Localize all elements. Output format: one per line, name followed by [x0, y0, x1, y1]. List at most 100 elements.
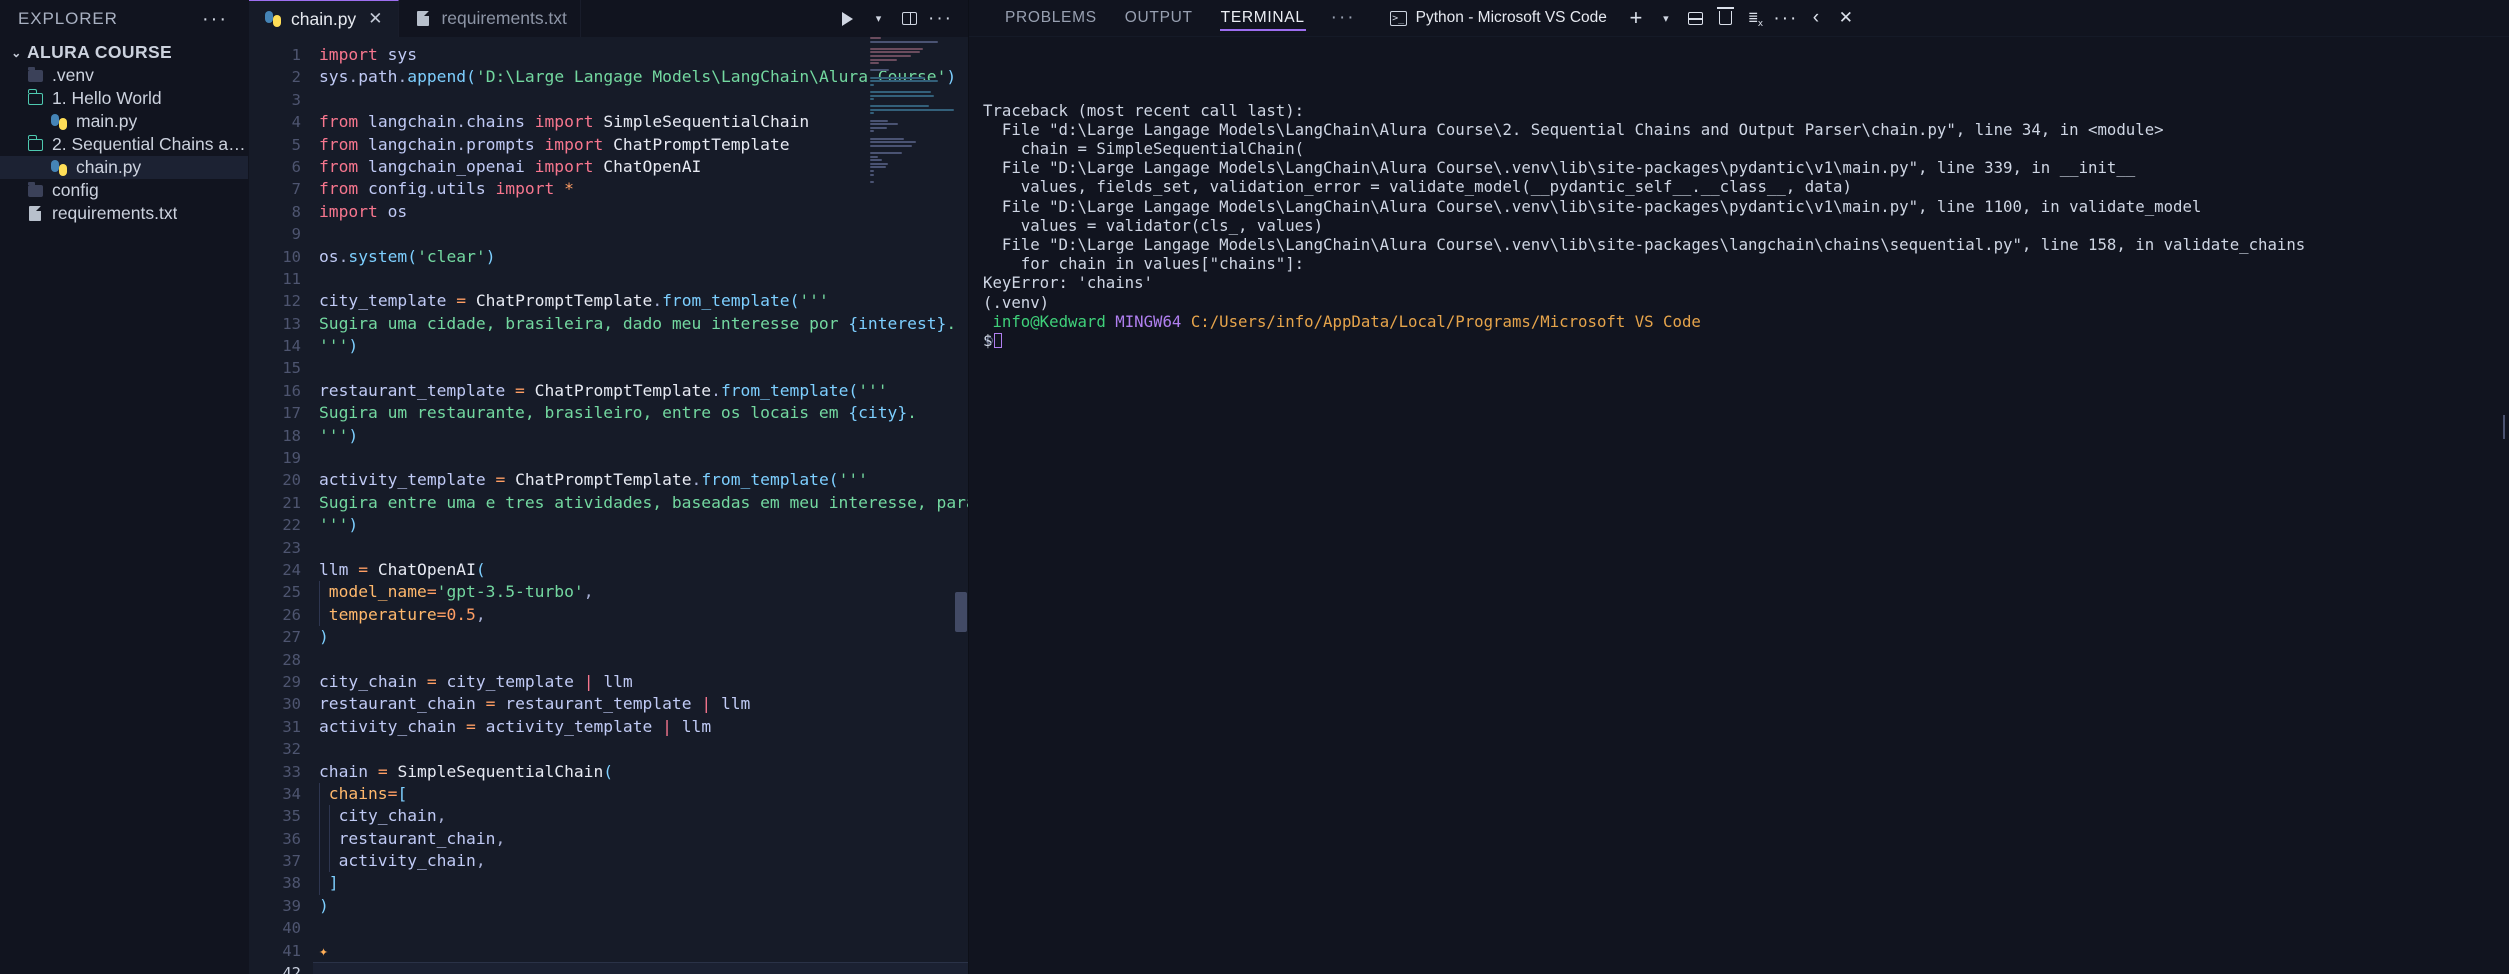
panel-tab-output[interactable]: OUTPUT	[1111, 0, 1207, 36]
code-line[interactable]: )	[313, 626, 968, 648]
code-line[interactable]: activity_chain = activity_template | llm	[313, 716, 968, 738]
explorer-sidebar: EXPLORER ··· ⌄ ALURA COURSE .venv 1. Hell…	[0, 0, 249, 974]
active-terminal-chip[interactable]: >_ Python - Microsoft VS Code	[1389, 9, 1621, 27]
code-line[interactable]	[313, 447, 968, 469]
clear-terminal-button[interactable]: ≣x	[1741, 3, 1771, 33]
code-line[interactable]: restaurant_template = ChatPromptTemplate…	[313, 380, 968, 402]
code-token: sys	[319, 67, 349, 87]
code-line[interactable]	[313, 223, 968, 245]
code-editor[interactable]: 1 2 3 4 5 6 7 8 9 10 11 12 13 14 15 16 17 18 19 20 21 22 23 24 2…	[249, 37, 968, 974]
close-panel-button[interactable]: ✕	[1831, 3, 1861, 33]
terminal-output[interactable]: Traceback (most recent call last): File …	[969, 37, 2509, 974]
line-number: 30	[282, 695, 301, 714]
code-line[interactable]: )	[313, 895, 968, 917]
code-token: .	[456, 134, 467, 154]
indent-guide	[328, 805, 339, 828]
code-line[interactable]: os.system('clear')	[313, 246, 968, 268]
code-line[interactable]	[313, 357, 968, 379]
split-editor-right-button[interactable]	[894, 3, 925, 34]
code-line[interactable]	[313, 537, 968, 559]
code-line[interactable]	[313, 738, 968, 760]
chevron-down-icon: ▾	[1663, 12, 1669, 25]
code-line[interactable]: city_template = ChatPromptTemplate.from_…	[313, 290, 968, 312]
code-line[interactable]	[313, 268, 968, 290]
kill-terminal-button[interactable]	[1711, 3, 1741, 33]
indent-guide	[319, 805, 329, 828]
tree-item-1-hello-world[interactable]: 1. Hello World	[0, 87, 248, 110]
code-line[interactable]: llm = ChatOpenAI(	[313, 559, 968, 581]
line-number: 13	[282, 314, 301, 333]
run-python-file-button[interactable]	[832, 3, 863, 34]
code-line[interactable]: ✦	[313, 940, 968, 962]
code-line[interactable]: from langchain.chains import SimpleSeque…	[313, 111, 968, 133]
new-terminal-chevron-button[interactable]: ▾	[1651, 3, 1681, 33]
line-number: 15	[282, 359, 301, 378]
run-options-chevron-button[interactable]: ▾	[863, 3, 894, 34]
new-terminal-button[interactable]: +	[1621, 3, 1651, 33]
code-token: city_template	[319, 291, 447, 311]
panel-tab-problems[interactable]: PROBLEMS	[991, 0, 1111, 36]
code-line[interactable]: chains=[	[313, 782, 968, 806]
explorer-more-actions-button[interactable]: ···	[196, 9, 234, 29]
panel-tab-terminal[interactable]: TERMINAL	[1207, 0, 1319, 36]
panel-tab-more[interactable]: ···	[1319, 0, 1368, 36]
code-line[interactable]: import os	[313, 201, 968, 223]
split-terminal-button[interactable]	[1681, 3, 1711, 33]
line-number: 40	[282, 919, 301, 938]
code-line[interactable]: ]	[313, 872, 968, 895]
tree-item-main-py[interactable]: main.py	[0, 110, 248, 133]
code-line[interactable]: activity_chain,	[313, 850, 968, 873]
panel-more-actions-button[interactable]: ···	[1771, 3, 1801, 33]
code-line[interactable]: city_chain = city_template | llm	[313, 671, 968, 693]
code-token: llm	[319, 559, 349, 579]
code-line[interactable]	[313, 917, 968, 939]
editor-tab-requirements-txt[interactable]: requirements.txt	[399, 0, 581, 37]
editor-scrollbar-thumb[interactable]	[955, 592, 967, 632]
tree-item-venv[interactable]: .venv	[0, 64, 248, 87]
code-token: =	[505, 380, 535, 400]
tree-item-requirements-txt[interactable]: requirements.txt	[0, 202, 248, 225]
code-token: chains	[328, 783, 388, 803]
close-tab-button[interactable]: ✕	[365, 9, 385, 29]
editor-vertical-scrollbar[interactable]	[954, 37, 968, 974]
tree-item-2-sequential-chains-and-output-par[interactable]: 2. Sequential Chains and Output Par...	[0, 133, 248, 156]
line-number: 9	[291, 225, 301, 244]
code-content[interactable]: import sys sys.path.append('D:\Large Lang…	[313, 37, 968, 974]
code-line[interactable]: ''')	[313, 335, 968, 357]
tree-item-config[interactable]: config	[0, 179, 248, 202]
code-token: restaurant_chain	[338, 828, 496, 848]
code-line[interactable]: restaurant_chain,	[313, 827, 968, 851]
code-line[interactable]: import sys	[313, 44, 968, 66]
tree-root-alura-course[interactable]: ⌄ ALURA COURSE	[0, 41, 248, 64]
command-status-icon	[986, 337, 993, 345]
terminal-icon: >_	[1389, 10, 1407, 26]
tree-item-chain-py[interactable]: chain.py	[0, 156, 248, 179]
code-line[interactable]: activity_template = ChatPromptTemplate.f…	[313, 469, 968, 491]
maximize-panel-button[interactable]: ‹	[1801, 3, 1831, 33]
code-line[interactable]: ''')	[313, 425, 968, 447]
terminal-input-line[interactable]: $	[983, 331, 2499, 350]
terminal-scrollbar-thumb[interactable]	[2503, 415, 2505, 439]
code-token: .	[348, 67, 359, 87]
code-line[interactable]: from config.utils import *	[313, 178, 968, 200]
editor-tab-chain-py[interactable]: chain.py ✕	[249, 0, 400, 37]
code-line[interactable]: city_chain,	[313, 805, 968, 828]
code-line[interactable]: from langchain.prompts import ChatPrompt…	[313, 134, 968, 156]
code-line[interactable]: temperature=0.5,	[313, 603, 968, 627]
code-line[interactable]: sys.path.append('D:\Large Langage Models…	[313, 66, 968, 88]
line-number: 8	[291, 202, 301, 221]
code-line[interactable]: Sugira uma cidade, brasileira, dado meu …	[313, 313, 968, 335]
code-line[interactable]: restaurant_chain = restaurant_template |…	[313, 693, 968, 715]
code-line[interactable]	[313, 649, 968, 671]
code-line[interactable]: Sugira um restaurante, brasileiro, entre…	[313, 402, 968, 424]
terminal-line: File "D:\Large Langage Models\LangChain\…	[983, 235, 2306, 255]
code-token: SimpleSequentialChain	[593, 112, 810, 132]
code-line[interactable]: Sugira entre uma e tres atividades, base…	[313, 492, 968, 514]
code-line[interactable]	[313, 89, 968, 111]
code-line[interactable]	[313, 962, 968, 974]
code-line[interactable]: chain = SimpleSequentialChain(	[313, 761, 968, 783]
code-line[interactable]: model_name='gpt-3.5-turbo',	[313, 581, 968, 604]
editor-more-actions-button[interactable]: ···	[925, 3, 956, 34]
code-line[interactable]: ''')	[313, 514, 968, 536]
code-line[interactable]: from langchain_openai import ChatOpenAI	[313, 156, 968, 178]
